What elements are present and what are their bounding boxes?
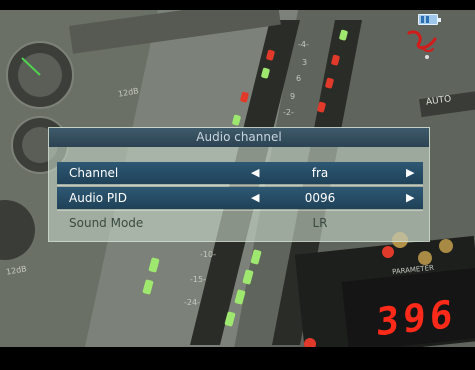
row-divider bbox=[57, 210, 423, 211]
battery-cell bbox=[421, 16, 424, 23]
battery-cell bbox=[426, 16, 429, 23]
bg-scale-mark: 6 bbox=[296, 74, 302, 83]
channel-row[interactable]: Channel ◀ fra ▶ bbox=[57, 162, 423, 184]
bg-led-display: 396 bbox=[375, 291, 458, 345]
arrow-right-icon[interactable]: ▶ bbox=[406, 187, 414, 209]
letterbox-bottom bbox=[0, 347, 475, 370]
bg-scale-mark: -4- bbox=[298, 40, 309, 49]
audio-pid-label: Audio PID bbox=[69, 191, 127, 205]
bg-scale-mark: 9 bbox=[290, 92, 296, 101]
battery-icon bbox=[418, 14, 441, 25]
sound-mode-label: Sound Mode bbox=[69, 216, 144, 230]
sound-mode-value: LR bbox=[312, 216, 328, 230]
channel-label: Channel bbox=[69, 166, 119, 180]
bg-scale-mark: -15- bbox=[190, 275, 206, 284]
audio-channel-dialog: Audio channel Channel ◀ fra ▶ Audio PID … bbox=[48, 127, 430, 242]
channel-value: fra bbox=[311, 166, 329, 180]
bg-scale-mark: -2- bbox=[283, 108, 294, 117]
letterbox-top bbox=[0, 0, 475, 10]
audio-pid-value: 0096 bbox=[304, 191, 336, 205]
arrow-right-icon[interactable]: ▶ bbox=[406, 162, 414, 184]
sound-mode-row: Sound Mode LR bbox=[57, 212, 423, 234]
bg-scale-mark: 3 bbox=[302, 58, 308, 67]
row-divider bbox=[57, 185, 423, 186]
bg-scale-mark: -10- bbox=[200, 250, 216, 259]
dialog-title: Audio channel bbox=[49, 128, 429, 147]
virgin-logo-glyph bbox=[407, 30, 437, 59]
bg-scale-mark: -24- bbox=[184, 298, 200, 307]
virgin-logo-icon bbox=[403, 27, 443, 61]
audio-pid-row[interactable]: Audio PID ◀ 0096 ▶ bbox=[57, 187, 423, 209]
